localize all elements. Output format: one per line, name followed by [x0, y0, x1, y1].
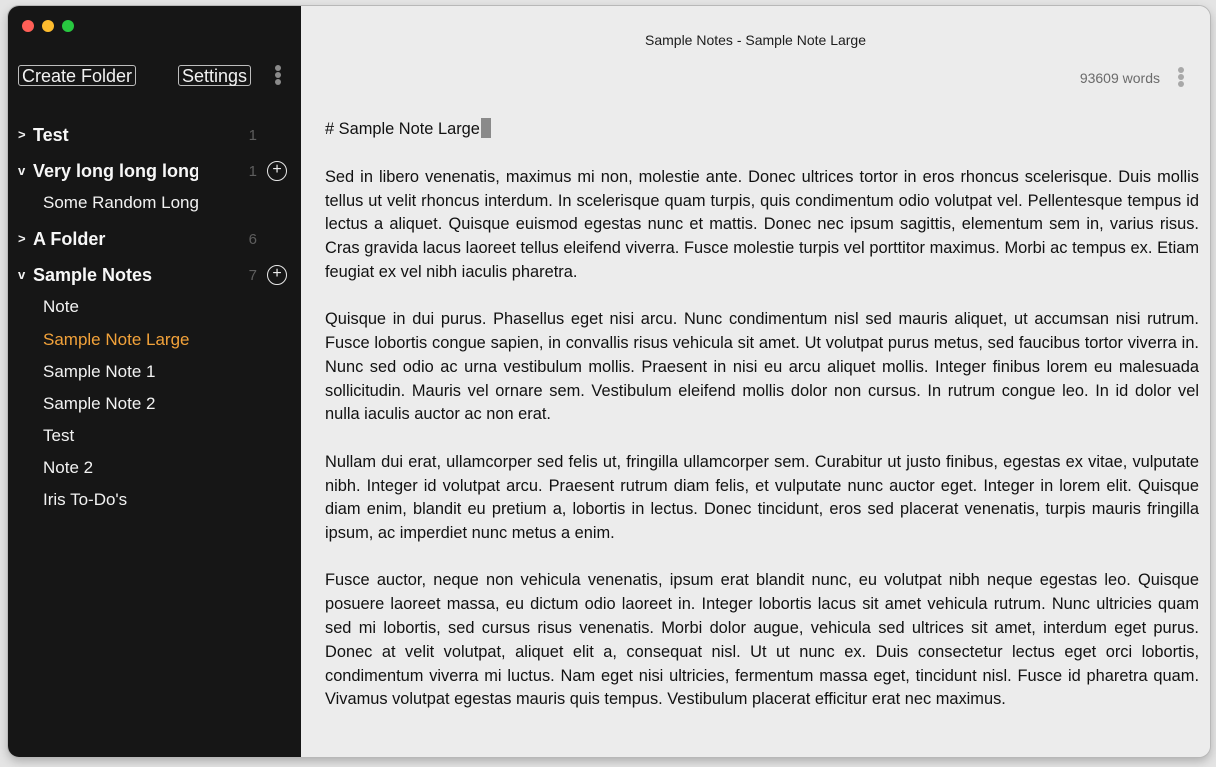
note-heading-text: # Sample Note Large	[325, 120, 480, 138]
chevron-right-icon[interactable]: >	[18, 127, 28, 142]
window-controls	[22, 20, 74, 32]
minimize-window-button[interactable]	[42, 20, 54, 32]
note-item[interactable]: Some Random Long Note	[8, 190, 198, 220]
plus-circle-icon[interactable]: +	[267, 265, 287, 285]
note-heading[interactable]: # Sample Note Large	[325, 118, 1199, 142]
chevron-right-icon[interactable]: >	[18, 231, 28, 246]
folder-a-folder[interactable]: > A Folder 6	[8, 222, 301, 258]
editor-pane: Sample Notes - Sample Note Large 93609 w…	[301, 6, 1210, 757]
sidebar-toolbar: Create Folder Settings	[18, 65, 291, 89]
note-item[interactable]: Iris To-Do's	[8, 484, 301, 516]
folder-test[interactable]: > Test 1	[8, 118, 301, 154]
vertical-ellipsis-icon[interactable]	[1177, 67, 1185, 87]
window-title: Sample Notes - Sample Note Large	[645, 32, 866, 48]
chevron-down-icon[interactable]: v	[18, 163, 28, 178]
folder-sample-notes[interactable]: v Sample Notes 7 +	[8, 258, 301, 294]
app-window: Create Folder Settings > Test 1 v Very l…	[8, 6, 1210, 757]
folder-count: 1	[248, 127, 257, 144]
note-editor[interactable]: # Sample Note Large Sed in libero venena…	[325, 118, 1199, 739]
note-item[interactable]: Sample Note 1	[8, 356, 301, 388]
note-paragraph[interactable]: Fusce auctor, neque non vehicula venenat…	[325, 569, 1199, 712]
close-window-button[interactable]	[22, 20, 34, 32]
plus-circle-icon[interactable]: +	[267, 161, 287, 181]
word-count: 93609 words	[1079, 70, 1160, 86]
note-paragraph[interactable]: Sed in libero venenatis, maximus mi non,…	[325, 166, 1199, 285]
folder-count: 7	[248, 267, 257, 284]
sidebar: Create Folder Settings > Test 1 v Very l…	[8, 6, 301, 757]
folder-name: Test	[33, 125, 69, 145]
folder-count: 1	[248, 163, 257, 180]
note-item-active[interactable]: Sample Note Large	[8, 324, 301, 356]
zoom-window-button[interactable]	[62, 20, 74, 32]
note-item[interactable]: Test	[8, 420, 301, 452]
chevron-down-icon[interactable]: v	[18, 267, 28, 282]
folder-name: A Folder	[33, 229, 106, 249]
folder-very-long[interactable]: v Very long long long long folder name 1…	[8, 154, 301, 190]
settings-button[interactable]: Settings	[178, 65, 252, 86]
create-folder-button[interactable]: Create Folder	[18, 65, 137, 86]
note-paragraph[interactable]: Nullam dui erat, ullamcorper sed felis u…	[325, 451, 1199, 546]
folder-tree: > Test 1 v Very long long long long fold…	[8, 118, 301, 516]
note-paragraph[interactable]: Quisque in dui purus. Phasellus eget nis…	[325, 308, 1199, 427]
text-cursor	[480, 118, 491, 138]
vertical-ellipsis-icon[interactable]	[274, 65, 282, 85]
note-item[interactable]: Note	[8, 294, 301, 324]
folder-count: 6	[248, 231, 257, 248]
note-item[interactable]: Note 2	[8, 452, 301, 484]
folder-name: Very long long long long folder name	[33, 161, 198, 181]
folder-name: Sample Notes	[33, 265, 153, 285]
note-item[interactable]: Sample Note 2	[8, 388, 301, 420]
